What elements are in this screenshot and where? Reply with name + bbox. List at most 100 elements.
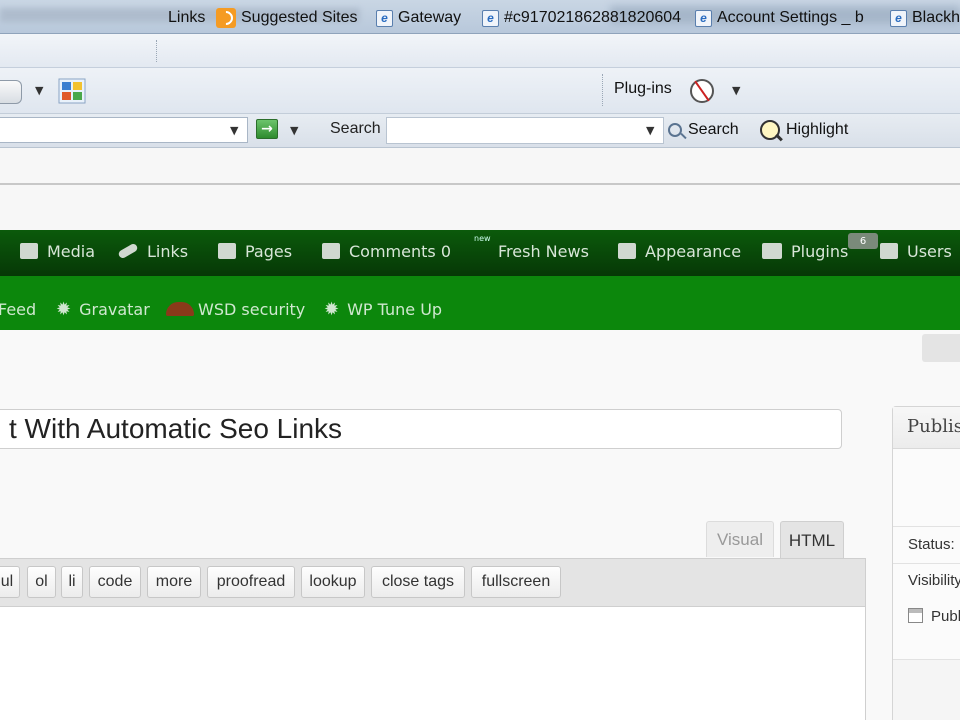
qt-close-tags-button[interactable]: close tags <box>371 566 465 598</box>
publish-panel-body <box>893 449 960 659</box>
link-icon <box>117 242 139 260</box>
links-bar <box>0 34 960 68</box>
media-icon <box>20 243 38 259</box>
submenu-wsd-security[interactable]: WSD security <box>166 298 305 320</box>
appearance-icon <box>618 243 636 259</box>
qt-more-button[interactable]: more <box>147 566 201 598</box>
menu-links[interactable]: Links <box>117 240 189 262</box>
webslice-icon[interactable] <box>58 78 86 104</box>
search-dropdown-icon[interactable]: ▼ <box>646 124 654 137</box>
link-c917[interactable]: e #c917021862881820604 <box>482 7 681 29</box>
menu-users[interactable]: Users <box>880 240 952 262</box>
command-bar <box>0 68 960 114</box>
menu-media[interactable]: Media <box>20 240 95 262</box>
address-dropdown-icon[interactable]: ▼ <box>230 124 238 137</box>
content-textarea[interactable] <box>0 606 866 720</box>
rss-icon <box>216 8 236 28</box>
menu-label: Links <box>147 241 189 261</box>
publish-date-label: Publish <box>931 608 960 625</box>
highlight-icon <box>760 120 780 140</box>
link-label: #c917021862881820604 <box>504 9 682 26</box>
search-input[interactable] <box>386 117 664 144</box>
links-bar-separator <box>156 40 158 62</box>
qt-code-button[interactable]: code <box>89 566 141 598</box>
pages-icon <box>218 243 236 259</box>
comments-icon <box>322 243 340 259</box>
publish-visibility-label: Visibility <box>908 572 960 589</box>
go-button[interactable]: → <box>256 119 278 139</box>
menu-comments[interactable]: Comments 0 <box>322 240 451 262</box>
qt-ul-button[interactable]: ul <box>0 566 20 598</box>
link-label: Account Settings _ b <box>717 9 864 26</box>
menu-label: Fresh News <box>498 241 589 261</box>
submenu-label: WP Tune Up <box>347 299 443 319</box>
menu-appearance[interactable]: Appearance <box>618 240 741 262</box>
submenu-wp-tune-up[interactable]: ✹ WP Tune Up <box>324 298 442 320</box>
highlight-button[interactable]: Highlight <box>760 118 848 142</box>
plugins-dropdown-icon[interactable]: ▼ <box>732 84 740 97</box>
qt-ol-button[interactable]: ol <box>27 566 56 598</box>
link-blackh[interactable]: e Blackh <box>890 7 960 29</box>
publish-panel-title[interactable]: Publish <box>893 407 960 449</box>
qt-fullscreen-button[interactable]: fullscreen <box>471 566 561 598</box>
ie-page-icon: e <box>376 9 393 27</box>
qt-li-button[interactable]: li <box>61 566 83 598</box>
plugins-separator <box>602 74 603 106</box>
search-button-label: Search <box>688 121 739 138</box>
links-label[interactable]: Links <box>168 7 205 29</box>
submenu-label: Feed <box>0 299 37 319</box>
plugins-menu-icon <box>762 243 782 259</box>
post-title-input[interactable]: t With Automatic Seo Links <box>0 409 842 449</box>
menu-fresh-news[interactable]: Fresh News <box>498 240 589 262</box>
feeds-icon[interactable] <box>0 80 22 104</box>
links-label-text: Links <box>168 9 206 26</box>
screen-options-button[interactable] <box>922 334 960 362</box>
tab-html[interactable]: HTML <box>780 521 844 559</box>
menu-label: Media <box>47 241 96 261</box>
submenu-label: Gravatar <box>79 299 150 319</box>
submenu-gravatar[interactable]: ✹ Gravatar <box>56 298 150 320</box>
highlight-button-label: Highlight <box>786 121 849 138</box>
search-icon <box>668 123 682 137</box>
menu-label: Pages <box>245 241 293 261</box>
menu-pages[interactable]: Pages <box>218 240 292 262</box>
address-input[interactable] <box>0 117 248 143</box>
qt-proofread-button[interactable]: proofread <box>207 566 295 598</box>
go-dropdown-icon[interactable]: ▼ <box>290 124 298 137</box>
link-account-settings[interactable]: e Account Settings _ b <box>695 7 864 29</box>
calendar-icon <box>908 608 923 623</box>
ie-page-icon: e <box>482 9 499 27</box>
gear-icon: ✹ <box>56 298 72 320</box>
wsd-shield-icon <box>166 302 194 316</box>
publish-divider <box>893 563 960 564</box>
menu-label: Plugins <box>791 241 849 261</box>
search-label: Search <box>330 120 381 137</box>
ie-page-icon: e <box>890 9 907 27</box>
ie-page-icon: e <box>695 9 712 27</box>
tab-visual[interactable]: Visual <box>706 521 774 557</box>
page-top-area <box>0 148 960 230</box>
gear-icon: ✹ <box>324 298 340 320</box>
menu-label: Users <box>907 241 952 261</box>
page-divider <box>0 183 960 185</box>
menu-label: Comments 0 <box>349 241 451 261</box>
feeds-dropdown-icon[interactable]: ▼ <box>35 84 43 97</box>
link-label: Blackh <box>912 9 960 26</box>
menu-label: Appearance <box>645 241 742 261</box>
plugins-icon[interactable] <box>690 79 714 103</box>
users-icon <box>880 243 898 259</box>
link-suggested-sites[interactable]: Suggested Sites <box>216 7 358 29</box>
menu-plugins[interactable]: Plugins <box>762 240 848 262</box>
submenu-feed[interactable]: Feed <box>0 298 36 320</box>
plugins-label[interactable]: Plug-ins <box>614 80 672 98</box>
link-label: Suggested Sites <box>241 9 358 26</box>
publish-immediately-row: Publish <box>908 608 960 625</box>
qt-lookup-button[interactable]: lookup <box>301 566 365 598</box>
link-gateway[interactable]: e Gateway <box>376 7 461 29</box>
publish-divider <box>893 659 960 660</box>
submenu-label: WSD security <box>198 299 306 319</box>
plugins-update-count: 6 <box>848 233 878 249</box>
link-label: Gateway <box>398 9 462 26</box>
new-badge: new <box>474 234 491 243</box>
search-button[interactable]: Search <box>668 118 739 142</box>
